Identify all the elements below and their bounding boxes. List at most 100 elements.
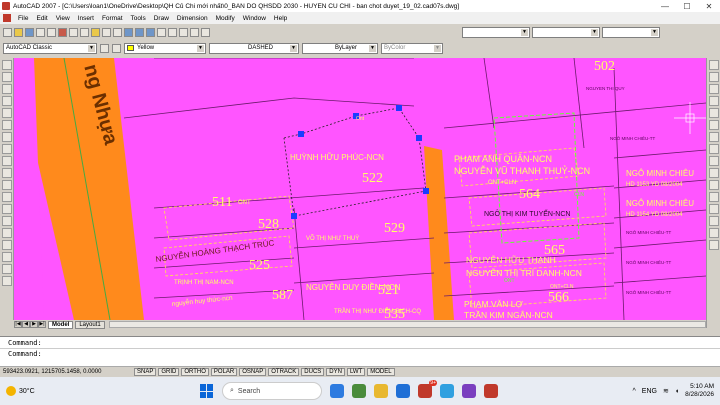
- tab-first-icon[interactable]: |◀: [14, 321, 22, 328]
- tab-last-icon[interactable]: ▶|: [38, 321, 46, 328]
- plotstyle-combo[interactable]: ByColor ▼: [381, 42, 443, 54]
- print-icon[interactable]: [36, 27, 45, 37]
- style-combo-3[interactable]: ▼: [602, 26, 660, 38]
- rectangle-icon[interactable]: [2, 108, 12, 118]
- make-block-icon[interactable]: [2, 204, 12, 214]
- stretch-icon[interactable]: [709, 156, 719, 166]
- wifi-icon[interactable]: ≋: [663, 387, 669, 395]
- tab-model[interactable]: Model: [48, 320, 74, 329]
- model-toggle[interactable]: MODEL: [367, 368, 395, 376]
- save-icon[interactable]: [25, 27, 34, 37]
- osnap-toggle[interactable]: OSNAP: [239, 368, 267, 376]
- zoom-window-icon[interactable]: [146, 27, 155, 37]
- region-icon[interactable]: [2, 252, 12, 262]
- menu-help[interactable]: Help: [270, 15, 291, 22]
- windows-start-icon[interactable]: [200, 384, 214, 398]
- menu-window[interactable]: Window: [239, 15, 270, 22]
- grip-3[interactable]: [396, 105, 402, 111]
- chamfer-icon[interactable]: [709, 216, 719, 226]
- point-icon[interactable]: [2, 216, 12, 226]
- grip-1[interactable]: [298, 131, 304, 137]
- color-combo[interactable]: Yellow ▼: [124, 42, 206, 54]
- erase-icon[interactable]: [709, 60, 719, 70]
- open-icon[interactable]: [14, 27, 23, 37]
- tab-prev-icon[interactable]: ◀: [22, 321, 30, 328]
- ellipse-arc-icon[interactable]: [2, 180, 12, 190]
- offset-icon[interactable]: [709, 96, 719, 106]
- drawing-svg[interactable]: ng Nhựa 502 NGUYEN THI QUY Ont HUỲNH HỮU…: [14, 58, 706, 320]
- help-icon[interactable]: [201, 27, 210, 37]
- rotate-icon[interactable]: [709, 132, 719, 142]
- copy-icon[interactable]: [69, 27, 78, 37]
- mtext-icon[interactable]: [2, 276, 12, 286]
- workspace-settings-icon[interactable]: [100, 43, 109, 53]
- polar-toggle[interactable]: POLAR: [210, 368, 238, 376]
- polyline-icon[interactable]: [2, 84, 12, 94]
- grip-4[interactable]: [416, 135, 422, 141]
- spline-icon[interactable]: [2, 156, 12, 166]
- redo-icon[interactable]: [113, 27, 122, 37]
- autocad-app-icon[interactable]: [2, 2, 10, 10]
- weather-widget[interactable]: 30°C: [0, 386, 60, 396]
- explode-icon[interactable]: [709, 240, 719, 250]
- ducs-toggle[interactable]: DUCS: [301, 368, 325, 376]
- fillet-icon[interactable]: [709, 228, 719, 238]
- style-combo-2[interactable]: ▼: [532, 26, 600, 38]
- drawing-canvas[interactable]: ng Nhựa 502 NGUYEN THI QUY Ont HUỲNH HỮU…: [14, 58, 706, 320]
- minimize-button[interactable]: —: [654, 0, 676, 12]
- menu-file[interactable]: File: [14, 15, 32, 22]
- command-input[interactable]: Command:: [0, 348, 720, 359]
- ellipse-icon[interactable]: [2, 168, 12, 178]
- match-properties-icon[interactable]: [91, 27, 100, 37]
- properties-icon[interactable]: [168, 27, 177, 37]
- menu-modify[interactable]: Modify: [212, 15, 239, 22]
- undo-icon[interactable]: [102, 27, 111, 37]
- array-icon[interactable]: [709, 108, 719, 118]
- tool-palettes-icon[interactable]: [190, 27, 199, 37]
- grid-toggle[interactable]: GRID: [158, 368, 180, 376]
- construction-line-icon[interactable]: [2, 72, 12, 82]
- workspace-combo[interactable]: AutoCAD Classic ▼: [3, 42, 97, 54]
- cut-icon[interactable]: [58, 27, 67, 37]
- taskbar-search[interactable]: ⌕ Search: [222, 382, 322, 400]
- autocad-taskbar-icon[interactable]: [484, 384, 498, 398]
- store-icon[interactable]: [396, 384, 410, 398]
- clock[interactable]: 5:10 AM 8/28/2026: [685, 383, 714, 399]
- arc-icon[interactable]: [2, 120, 12, 130]
- chevron-up-icon[interactable]: ^: [633, 388, 636, 395]
- extend-icon[interactable]: [709, 180, 719, 190]
- gradient-icon[interactable]: [2, 240, 12, 250]
- edge-icon[interactable]: [330, 384, 344, 398]
- menu-edit[interactable]: Edit: [32, 15, 51, 22]
- file-explorer-icon[interactable]: [374, 384, 388, 398]
- table-icon[interactable]: [2, 264, 12, 274]
- menu-format[interactable]: Format: [98, 15, 127, 22]
- menu-dimension[interactable]: Dimension: [173, 15, 212, 22]
- close-button[interactable]: ✕: [698, 0, 720, 12]
- pan-icon[interactable]: [124, 27, 133, 37]
- zoom-realtime-icon[interactable]: [135, 27, 144, 37]
- menu-draw[interactable]: Draw: [150, 15, 173, 22]
- line-icon[interactable]: [2, 60, 12, 70]
- mail-icon[interactable]: 9+: [418, 380, 437, 398]
- trim-icon[interactable]: [709, 168, 719, 178]
- design-center-icon[interactable]: [179, 27, 188, 37]
- style-combo-1[interactable]: ▼: [462, 26, 530, 38]
- tab-next-icon[interactable]: ▶: [30, 321, 38, 328]
- paste-icon[interactable]: [80, 27, 89, 37]
- tab-layout1[interactable]: Layout1: [75, 320, 105, 329]
- document-icon[interactable]: [3, 14, 11, 22]
- new-icon[interactable]: [3, 27, 12, 37]
- app-green-icon[interactable]: [352, 384, 366, 398]
- menu-insert[interactable]: Insert: [74, 15, 98, 22]
- copy-object-icon[interactable]: [709, 72, 719, 82]
- maximize-button[interactable]: ☐: [676, 0, 698, 12]
- move-icon[interactable]: [709, 120, 719, 130]
- horizontal-scrollbar[interactable]: [108, 321, 706, 328]
- polygon-icon[interactable]: [2, 96, 12, 106]
- volume-icon[interactable]: ◖: [675, 388, 679, 395]
- break-icon[interactable]: [709, 192, 719, 202]
- app-purple-icon[interactable]: [462, 384, 476, 398]
- scale-icon[interactable]: [709, 144, 719, 154]
- lwt-toggle[interactable]: LWT: [346, 368, 366, 376]
